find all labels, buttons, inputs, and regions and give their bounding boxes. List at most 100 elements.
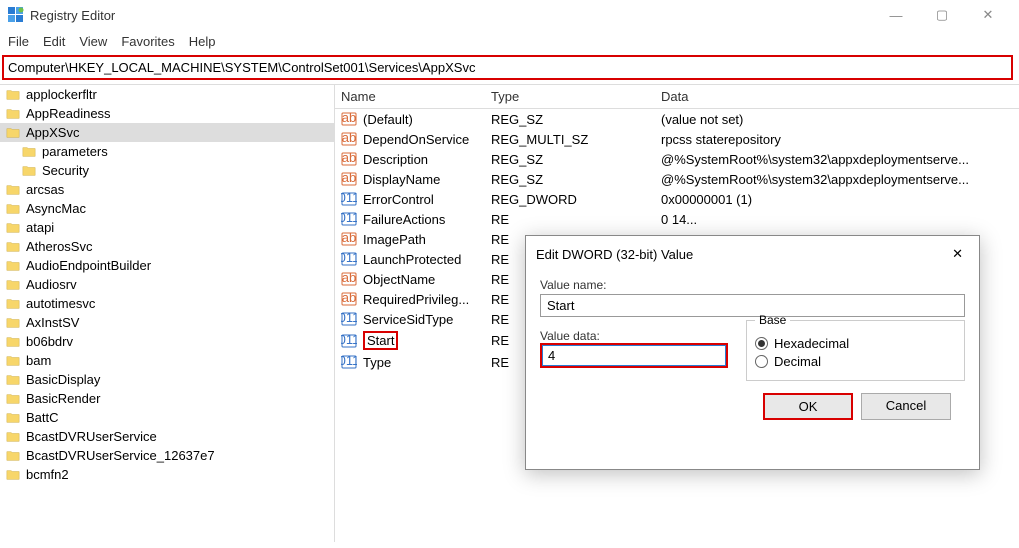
tree-item[interactable]: BattC — [0, 408, 334, 427]
svg-text:011: 011 — [341, 333, 357, 347]
tree-item-label: atapi — [26, 220, 328, 235]
menu-favorites[interactable]: Favorites — [121, 34, 174, 49]
string-icon: ab — [341, 171, 357, 187]
tree-item-label: Audiosrv — [26, 277, 328, 292]
maximize-button[interactable]: ▢ — [919, 0, 965, 30]
list-row[interactable]: 011ErrorControlREG_DWORD0x00000001 (1) — [335, 189, 1019, 209]
value-name: (Default) — [363, 112, 413, 127]
address-bar-highlight — [2, 55, 1013, 80]
list-row[interactable]: ab(Default)REG_SZ(value not set) — [335, 109, 1019, 129]
tree-item-label: arcsas — [26, 182, 328, 197]
tree-item[interactable]: AppReadiness — [0, 104, 334, 123]
value-data-highlight — [540, 343, 728, 368]
tree-item[interactable]: applockerfltr — [0, 85, 334, 104]
value-data: rpcss staterepository — [661, 132, 1013, 147]
radio-dec[interactable]: Decimal — [755, 354, 956, 369]
value-name-label: Value name: — [540, 278, 965, 292]
tree-item[interactable]: AppXSvc — [0, 123, 334, 142]
tree-item-label: b06bdrv — [26, 334, 328, 349]
value-type: REG_MULTI_SZ — [491, 132, 661, 147]
tree-item[interactable]: bam — [0, 351, 334, 370]
svg-text:ab: ab — [342, 271, 356, 285]
menu-edit[interactable]: Edit — [43, 34, 65, 49]
radio-dec-icon — [755, 355, 768, 368]
tree-item[interactable]: bcmfn2 — [0, 465, 334, 484]
radio-hex-label: Hexadecimal — [774, 336, 849, 351]
cancel-button[interactable]: Cancel — [861, 393, 951, 420]
value-type: REG_SZ — [491, 112, 661, 127]
binary-icon: 011 — [341, 251, 357, 267]
tree-item-label: AtherosSvc — [26, 239, 328, 254]
tree-item-label: autotimesvc — [26, 296, 328, 311]
list-header: Name Type Data — [335, 85, 1019, 109]
col-header-name[interactable]: Name — [335, 85, 485, 108]
value-data: 0 14... — [661, 212, 1013, 227]
base-fieldset: Base Hexadecimal Decimal — [746, 313, 965, 381]
tree-item-label: BcastDVRUserService — [26, 429, 328, 444]
svg-text:011: 011 — [341, 311, 357, 325]
tree-item[interactable]: autotimesvc — [0, 294, 334, 313]
tree-item[interactable]: BasicDisplay — [0, 370, 334, 389]
tree-item-label: BattC — [26, 410, 328, 425]
value-data-field[interactable] — [542, 345, 726, 366]
tree-item[interactable]: BcastDVRUserService — [0, 427, 334, 446]
string-icon: ab — [341, 131, 357, 147]
tree-item-label: AsyncMac — [26, 201, 328, 216]
tree-item[interactable]: Audiosrv — [0, 275, 334, 294]
tree-item-label: parameters — [42, 144, 328, 159]
binary-icon: 011 — [341, 333, 357, 349]
tree-item[interactable]: AudioEndpointBuilder — [0, 256, 334, 275]
col-header-type[interactable]: Type — [485, 85, 655, 108]
value-name: ObjectName — [363, 272, 435, 287]
dialog-title: Edit DWORD (32-bit) Value — [536, 247, 693, 262]
value-name: Start — [363, 331, 398, 350]
string-icon: ab — [341, 271, 357, 287]
tree-item[interactable]: arcsas — [0, 180, 334, 199]
tree-item-label: AudioEndpointBuilder — [26, 258, 328, 273]
svg-text:ab: ab — [342, 151, 356, 165]
tree-item[interactable]: AsyncMac — [0, 199, 334, 218]
tree-item[interactable]: BasicRender — [0, 389, 334, 408]
ok-button[interactable]: OK — [763, 393, 853, 420]
string-icon: ab — [341, 111, 357, 127]
value-name: ErrorControl — [363, 192, 434, 207]
value-type: REG_SZ — [491, 152, 661, 167]
value-name: DisplayName — [363, 172, 440, 187]
col-header-data[interactable]: Data — [655, 85, 1019, 108]
svg-text:011: 011 — [341, 211, 357, 225]
list-row[interactable]: abDisplayNameREG_SZ@%SystemRoot%\system3… — [335, 169, 1019, 189]
tree-item[interactable]: parameters — [0, 142, 334, 161]
list-row[interactable]: ab DependOnService REG_MULTI_SZrpcss state… — [335, 129, 1019, 149]
value-name: FailureActions — [363, 212, 445, 227]
address-input[interactable] — [4, 57, 1011, 78]
string-icon: ab — [341, 151, 357, 167]
registry-tree[interactable]: applockerfltrAppReadinessAppXSvc paramete… — [0, 85, 335, 542]
menu-file[interactable]: File — [8, 34, 29, 49]
radio-dec-label: Decimal — [774, 354, 821, 369]
radio-hex-icon — [755, 337, 768, 350]
menu-help[interactable]: Help — [189, 34, 216, 49]
value-name: DependOnService — [363, 132, 469, 147]
menu-view[interactable]: View — [79, 34, 107, 49]
tree-item[interactable]: Security — [0, 161, 334, 180]
list-row[interactable]: abDescriptionREG_SZ@%SystemRoot%\system3… — [335, 149, 1019, 169]
radio-hex[interactable]: Hexadecimal — [755, 336, 956, 351]
svg-text:ab: ab — [342, 231, 356, 245]
tree-item[interactable]: AtherosSvc — [0, 237, 334, 256]
minimize-button[interactable]: — — [873, 0, 919, 30]
string-icon: ab — [341, 291, 357, 307]
binary-icon: 011 — [341, 354, 357, 370]
tree-item[interactable]: BcastDVRUserService_12637e7 — [0, 446, 334, 465]
tree-item-label: Security — [42, 163, 328, 178]
list-row[interactable]: 011FailureActionsRE0 14... — [335, 209, 1019, 229]
tree-item[interactable]: b06bdrv — [0, 332, 334, 351]
tree-item[interactable]: AxInstSV — [0, 313, 334, 332]
value-type: REG_SZ — [491, 172, 661, 187]
tree-item-label: BasicRender — [26, 391, 328, 406]
tree-item[interactable]: atapi — [0, 218, 334, 237]
value-name: ImagePath — [363, 232, 426, 247]
dialog-close-button[interactable]: ✕ — [946, 244, 969, 264]
menu-bar: File Edit View Favorites Help — [0, 30, 1019, 53]
close-button[interactable]: ✕ — [965, 0, 1011, 30]
value-name: Type — [363, 355, 391, 370]
